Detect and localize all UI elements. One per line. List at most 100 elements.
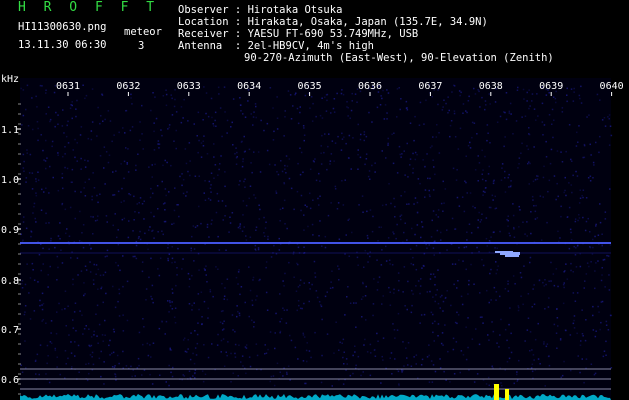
noise-speck <box>297 286 300 288</box>
noise-speck <box>202 145 205 147</box>
noise-speck <box>303 139 305 142</box>
noise-speck <box>153 122 155 124</box>
noise-speck <box>203 267 206 270</box>
noise-speck <box>409 122 412 124</box>
noise-speck <box>226 298 229 301</box>
noise-speck <box>319 304 322 306</box>
noise-speck <box>208 236 210 238</box>
noise-speck <box>605 354 607 356</box>
noise-speck <box>42 149 44 152</box>
noise-speck <box>281 170 284 173</box>
noise-speck <box>489 272 491 275</box>
noise-speck <box>527 317 530 319</box>
noise-speck <box>320 145 322 147</box>
noise-speck <box>387 92 390 94</box>
noise-speck <box>363 131 366 133</box>
noise-speck <box>59 373 61 376</box>
noise-speck <box>323 151 325 154</box>
noise-speck <box>174 89 176 91</box>
noise-speck <box>190 247 192 250</box>
noise-speck <box>54 246 56 249</box>
noise-speck <box>333 111 336 113</box>
noise-speck <box>231 121 233 124</box>
noise-speck <box>138 236 140 238</box>
noise-speck <box>537 175 539 177</box>
noise-speck <box>321 134 323 137</box>
noise-speck <box>123 177 125 180</box>
noise-speck <box>508 232 510 235</box>
noise-speck <box>503 145 505 148</box>
noise-speck <box>239 223 242 226</box>
noise-speck <box>245 344 248 346</box>
noise-speck <box>303 336 306 338</box>
noise-speck <box>527 293 530 295</box>
noise-speck <box>490 236 492 238</box>
noise-speck <box>321 354 323 357</box>
noise-speck <box>592 314 594 317</box>
noise-speck <box>96 304 99 307</box>
noise-speck <box>170 371 172 374</box>
noise-speck <box>282 307 284 309</box>
noise-speck <box>255 105 257 108</box>
noise-speck <box>484 191 486 193</box>
noise-speck <box>345 358 348 360</box>
noise-speck <box>331 385 333 387</box>
noise-speck <box>554 97 557 100</box>
noise-speck <box>239 180 241 182</box>
noise-speck <box>245 239 248 241</box>
noise-speck <box>182 339 185 341</box>
noise-speck <box>330 153 333 155</box>
noise-speck <box>509 234 511 237</box>
noise-speck <box>377 340 379 342</box>
noise-speck <box>365 158 368 160</box>
noise-speck <box>123 160 126 163</box>
noise-speck <box>401 153 403 155</box>
noise-speck <box>507 280 509 282</box>
noise-speck <box>172 366 174 369</box>
noise-speck <box>537 115 539 117</box>
noise-speck <box>167 259 169 262</box>
noise-speck <box>299 284 301 287</box>
noise-speck <box>430 311 433 314</box>
noise-speck <box>75 115 77 118</box>
noise-speck <box>137 357 140 360</box>
noise-speck <box>603 350 606 352</box>
noise-speck <box>122 314 124 316</box>
noise-speck <box>143 218 145 220</box>
noise-speck <box>314 158 316 160</box>
noise-speck <box>408 203 410 205</box>
noise-speck <box>481 213 483 215</box>
noise-speck <box>312 234 314 236</box>
noise-speck <box>485 104 487 106</box>
noise-speck <box>57 152 59 154</box>
noise-speck <box>161 180 163 183</box>
noise-speck <box>429 177 431 180</box>
noise-speck <box>279 371 281 373</box>
noise-speck <box>73 311 76 313</box>
noise-speck <box>460 295 463 298</box>
noise-speck <box>368 170 371 172</box>
noise-speck <box>326 99 328 102</box>
noise-speck <box>64 350 67 352</box>
noise-speck <box>255 343 258 345</box>
noise-speck <box>437 302 440 305</box>
noise-speck <box>72 278 74 281</box>
noise-speck <box>192 375 194 377</box>
noise-speck <box>241 355 244 357</box>
noise-speck <box>180 106 183 108</box>
noise-speck <box>239 97 241 99</box>
noise-speck <box>22 239 24 242</box>
noise-speck <box>485 217 488 219</box>
noise-speck <box>547 190 549 193</box>
noise-speck <box>562 302 565 305</box>
noise-speck <box>26 263 28 265</box>
noise-speck <box>264 227 267 229</box>
noise-speck <box>289 334 291 337</box>
noise-speck <box>523 98 525 100</box>
noise-speck <box>348 218 350 220</box>
noise-speck <box>167 257 169 260</box>
noise-speck <box>88 328 90 330</box>
noise-speck <box>159 374 161 376</box>
noise-speck <box>263 216 265 219</box>
noise-speck <box>392 162 395 165</box>
